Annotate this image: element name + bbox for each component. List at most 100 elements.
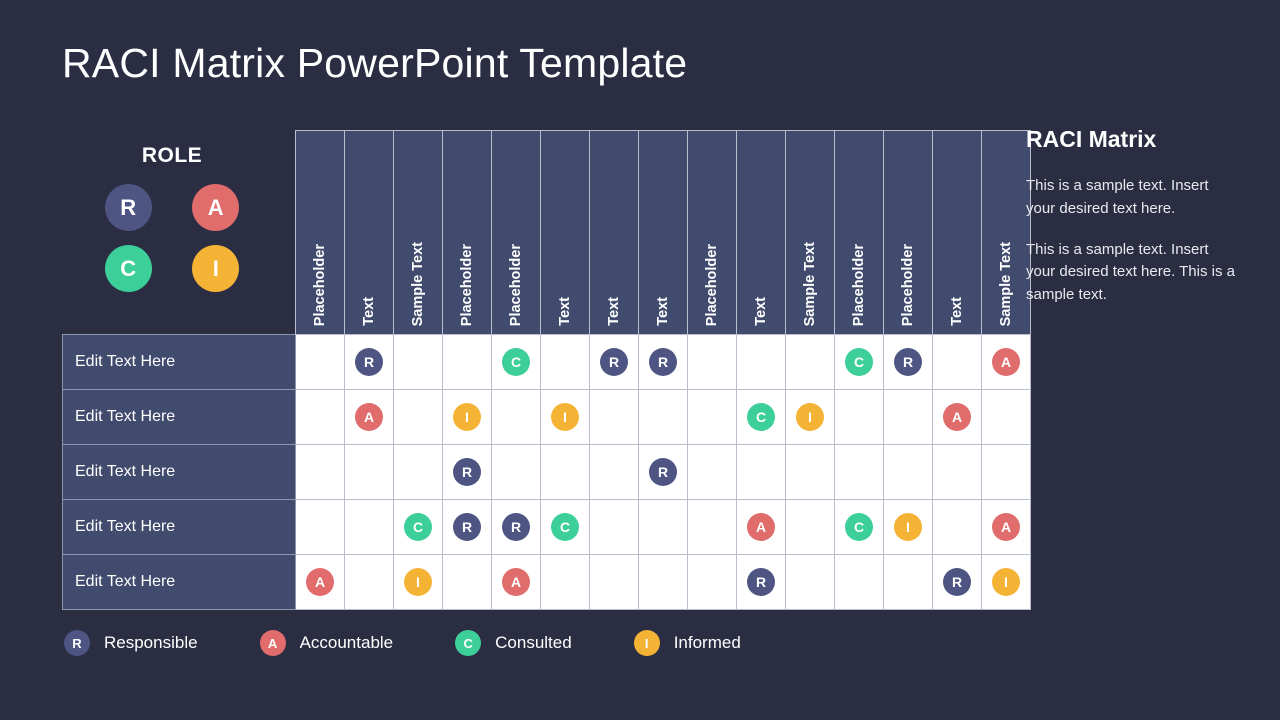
matrix-cell-filled[interactable]: C (491, 334, 541, 390)
matrix-cell-empty[interactable] (295, 334, 345, 390)
matrix-cell-filled[interactable]: R (932, 554, 982, 610)
matrix-cell-empty[interactable] (785, 334, 835, 390)
column-header[interactable]: Text (540, 130, 590, 335)
matrix-cell-filled[interactable]: C (736, 389, 786, 445)
matrix-cell-empty[interactable] (834, 389, 884, 445)
matrix-cell-filled[interactable]: I (883, 499, 933, 555)
matrix-cell-filled[interactable]: I (442, 389, 492, 445)
legend-label: Responsible (104, 633, 198, 652)
column-header-label: Placeholder (851, 243, 867, 326)
matrix-cell-empty[interactable] (687, 389, 737, 445)
matrix-cell-filled[interactable]: R (344, 334, 394, 390)
row-header-label[interactable]: Edit Text Here (62, 499, 296, 555)
matrix-cell-filled[interactable]: R (589, 334, 639, 390)
matrix-cell-filled[interactable]: R (736, 554, 786, 610)
column-header[interactable]: Placeholder (834, 130, 884, 335)
matrix-cell-empty[interactable] (295, 499, 345, 555)
matrix-cell-filled[interactable]: R (442, 444, 492, 500)
matrix-cell-empty[interactable] (687, 334, 737, 390)
matrix-cell-empty[interactable] (442, 334, 492, 390)
matrix-cell-filled[interactable]: C (834, 499, 884, 555)
row-header-label[interactable]: Edit Text Here (62, 444, 296, 500)
matrix-cell-filled[interactable]: R (638, 334, 688, 390)
column-header[interactable]: Text (589, 130, 639, 335)
matrix-cell-empty[interactable] (540, 334, 590, 390)
matrix-cell-empty[interactable] (393, 389, 443, 445)
matrix-cell-filled[interactable]: R (883, 334, 933, 390)
matrix-cell-empty[interactable] (736, 444, 786, 500)
matrix-cell-empty[interactable] (785, 554, 835, 610)
matrix-cell-empty[interactable] (442, 554, 492, 610)
matrix-cell-empty[interactable] (834, 444, 884, 500)
matrix-cell-empty[interactable] (540, 554, 590, 610)
matrix-cell-empty[interactable] (834, 554, 884, 610)
matrix-cell-empty[interactable] (932, 444, 982, 500)
matrix-cell-empty[interactable] (344, 554, 394, 610)
matrix-cell-empty[interactable] (491, 444, 541, 500)
column-header[interactable]: Placeholder (687, 130, 737, 335)
column-header[interactable]: Placeholder (295, 130, 345, 335)
matrix-cell-filled[interactable]: A (736, 499, 786, 555)
matrix-cell-filled[interactable]: I (981, 554, 1031, 610)
matrix-cell-empty[interactable] (589, 389, 639, 445)
matrix-cell-empty[interactable] (687, 444, 737, 500)
row-header-label[interactable]: Edit Text Here (62, 334, 296, 390)
column-header[interactable]: Sample Text (981, 130, 1031, 335)
matrix-cell-empty[interactable] (932, 499, 982, 555)
matrix-cell-filled[interactable]: A (295, 554, 345, 610)
matrix-cell-empty[interactable] (981, 444, 1031, 500)
column-header[interactable]: Placeholder (442, 130, 492, 335)
matrix-cell-filled[interactable]: C (540, 499, 590, 555)
matrix-cell-empty[interactable] (638, 499, 688, 555)
matrix-cell-empty[interactable] (785, 499, 835, 555)
raci-badge-c: C (404, 513, 432, 541)
column-header[interactable]: Placeholder (883, 130, 933, 335)
column-header[interactable]: Text (932, 130, 982, 335)
matrix-cell-empty[interactable] (638, 389, 688, 445)
matrix-cell-empty[interactable] (785, 444, 835, 500)
matrix-cell-filled[interactable]: A (981, 499, 1031, 555)
legend-label: Accountable (299, 633, 394, 652)
row-header-label[interactable]: Edit Text Here (62, 554, 296, 610)
matrix-cell-filled[interactable]: A (932, 389, 982, 445)
matrix-cell-empty[interactable] (393, 334, 443, 390)
column-header[interactable]: Text (736, 130, 786, 335)
matrix-cell-empty[interactable] (687, 554, 737, 610)
matrix-cell-filled[interactable]: R (442, 499, 492, 555)
matrix-cell-empty[interactable] (883, 554, 933, 610)
matrix-cell-empty[interactable] (540, 444, 590, 500)
matrix-cell-filled[interactable]: I (393, 554, 443, 610)
matrix-cell-filled[interactable]: C (393, 499, 443, 555)
matrix-cell-empty[interactable] (981, 389, 1031, 445)
matrix-cell-filled[interactable]: C (834, 334, 884, 390)
matrix-cell-filled[interactable]: I (540, 389, 590, 445)
matrix-cell-empty[interactable] (344, 444, 394, 500)
matrix-cell-empty[interactable] (589, 499, 639, 555)
matrix-cell-empty[interactable] (393, 444, 443, 500)
matrix-cell-empty[interactable] (883, 389, 933, 445)
matrix-cell-filled[interactable]: R (491, 499, 541, 555)
matrix-cell-empty[interactable] (736, 334, 786, 390)
matrix-cell-empty[interactable] (638, 554, 688, 610)
column-header[interactable]: Placeholder (491, 130, 541, 335)
row-header-label[interactable]: Edit Text Here (62, 389, 296, 445)
matrix-cell-filled[interactable]: I (785, 389, 835, 445)
matrix-cell-empty[interactable] (491, 389, 541, 445)
matrix-cell-empty[interactable] (344, 499, 394, 555)
matrix-cell-empty[interactable] (295, 389, 345, 445)
column-header-label: Text (361, 297, 377, 326)
column-header[interactable]: Text (638, 130, 688, 335)
matrix-cell-filled[interactable]: A (981, 334, 1031, 390)
matrix-cell-filled[interactable]: A (491, 554, 541, 610)
matrix-cell-filled[interactable]: A (344, 389, 394, 445)
column-header[interactable]: Sample Text (785, 130, 835, 335)
column-header[interactable]: Sample Text (393, 130, 443, 335)
matrix-cell-empty[interactable] (589, 444, 639, 500)
matrix-cell-empty[interactable] (589, 554, 639, 610)
matrix-cell-empty[interactable] (295, 444, 345, 500)
matrix-cell-filled[interactable]: R (638, 444, 688, 500)
column-header[interactable]: Text (344, 130, 394, 335)
matrix-cell-empty[interactable] (883, 444, 933, 500)
matrix-cell-empty[interactable] (932, 334, 982, 390)
matrix-cell-empty[interactable] (687, 499, 737, 555)
